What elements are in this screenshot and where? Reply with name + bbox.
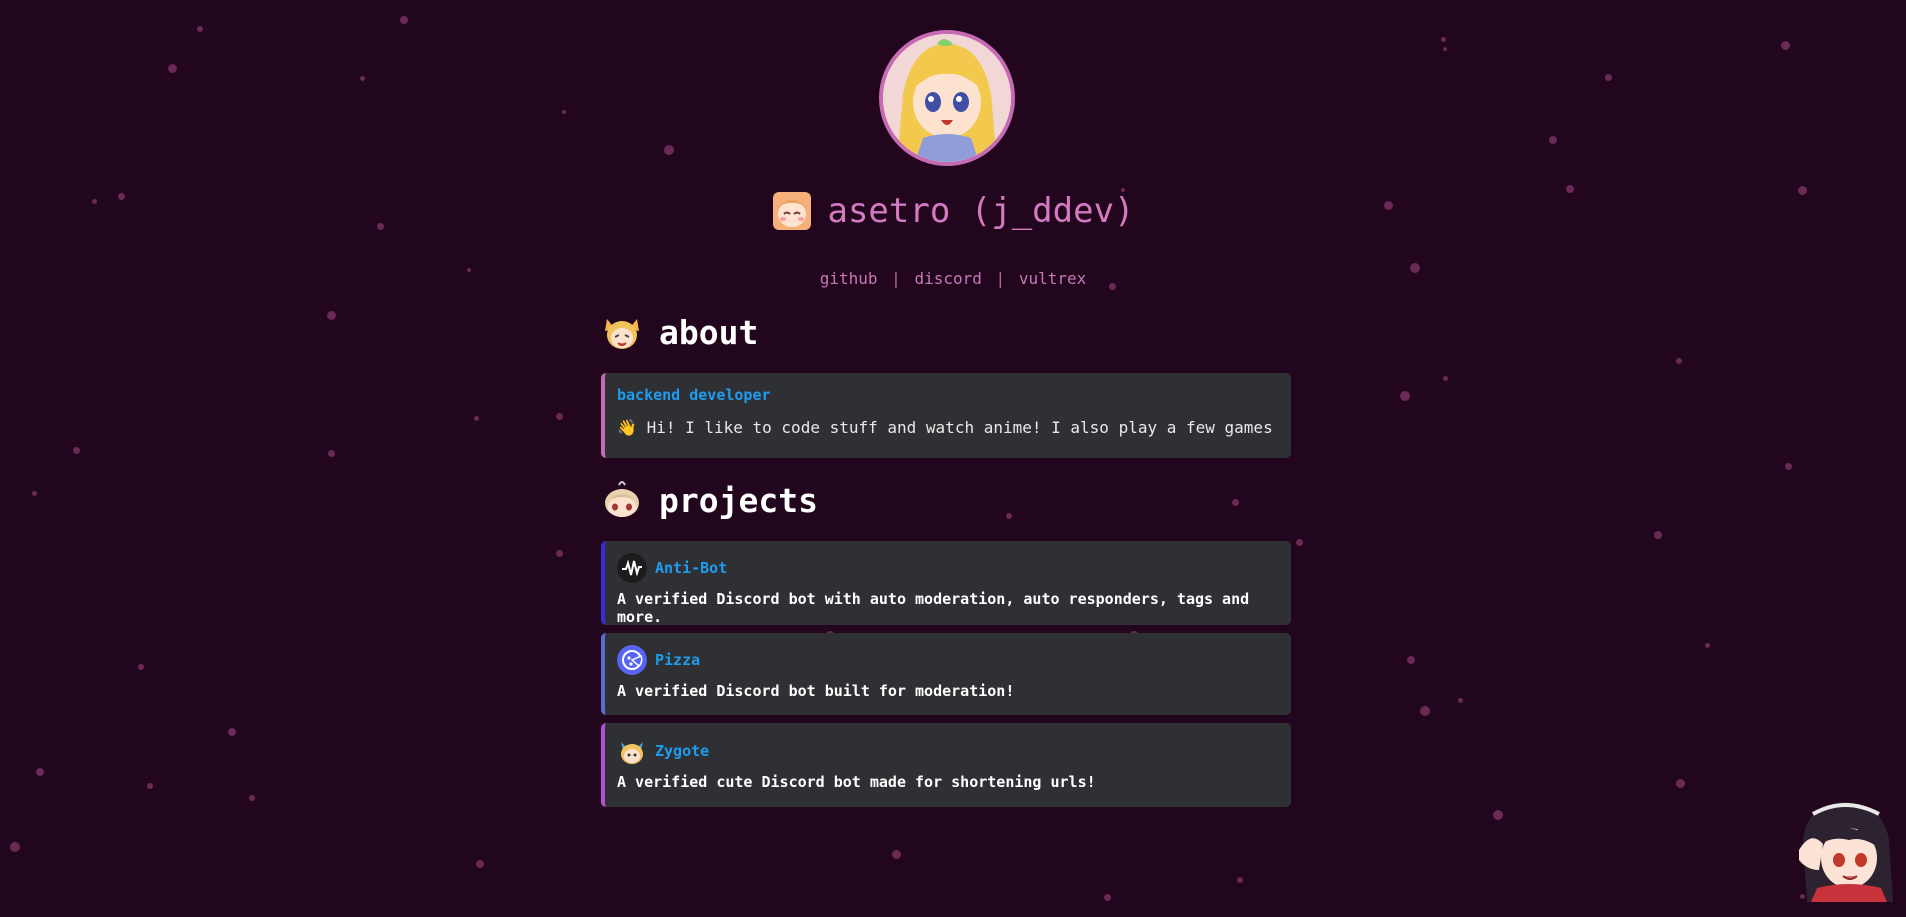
projects-heading: projects [601,479,818,521]
project-header: Anti-Bot [617,552,1279,584]
project-header: Pizza [617,644,1279,676]
blushing-girl-emote-icon [773,192,812,230]
project-card-zygote[interactable]: Zygote A verified cute Discord bot made … [601,723,1291,807]
profile-avatar [879,30,1015,166]
page: asetro (j_ddev) github | discord | vultr… [0,0,1906,917]
profile-name: asetro (j_ddev) [827,191,1135,231]
waving-hand-icon: 👋 [617,418,637,437]
project-card-pizza[interactable]: Pizza A verified Discord bot built for m… [601,633,1291,715]
project-name[interactable]: Anti-Bot [655,559,727,577]
about-heading-text: about [659,312,759,352]
discord-link[interactable]: discord [914,269,981,288]
project-description: A verified Discord bot with auto moderat… [617,590,1250,626]
link-separator: | [891,269,901,288]
link-separator: | [995,269,1006,288]
anime-girl-corner-icon [1799,802,1893,902]
project-description: A verified cute Discord bot made for sho… [617,773,1096,791]
about-heading: about [601,311,758,353]
profile-name-row: asetro (j_ddev) [0,190,1906,232]
project-description: A verified Discord bot built for moderat… [617,682,1015,700]
project-name[interactable]: Zygote [655,742,709,760]
about-role: backend developer [617,386,771,404]
about-card: backend developer 👋 Hi! I like to code s… [601,373,1291,458]
pizza-icon [617,645,647,675]
github-link[interactable]: github [820,269,878,288]
project-card-anti-bot[interactable]: Anti-Bot A verified Discord bot with aut… [601,541,1291,626]
fox-girl-emote-icon [605,319,639,349]
projects-heading-text: projects [659,480,818,520]
zygote-icon [617,736,647,766]
project-name[interactable]: Pizza [655,651,700,669]
profile-links: github | discord | vultrex [0,269,1906,288]
project-header: Zygote [617,735,1279,767]
about-bio-row: 👋 Hi! I like to code stuff and watch ani… [617,418,1279,437]
about-bio: Hi! I like to code stuff and watch anime… [646,418,1273,437]
sleepy-girl-emote-icon [605,481,639,517]
waveform-icon [617,553,647,583]
vultrex-link[interactable]: vultrex [1019,269,1086,288]
